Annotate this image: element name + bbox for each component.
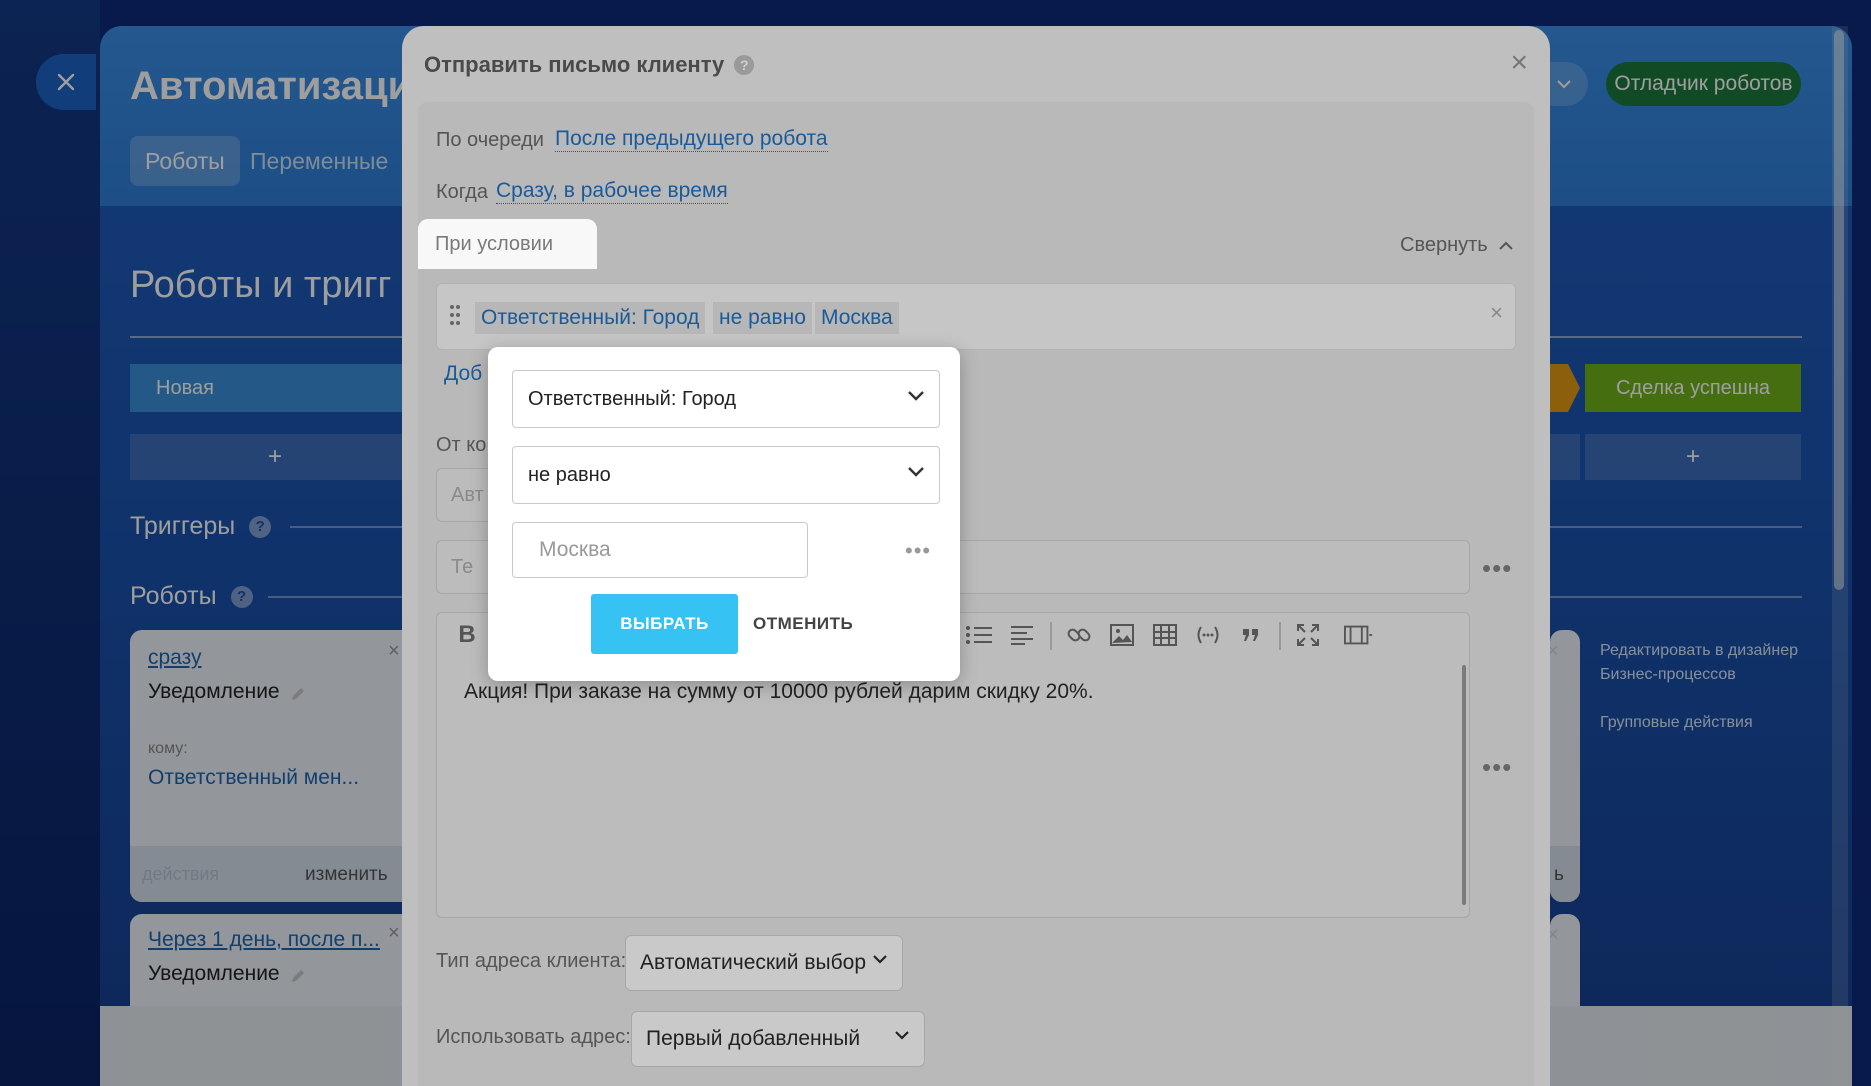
close-icon[interactable]: × [1510, 48, 1528, 78]
condition-tab[interactable]: При условии [418, 219, 597, 269]
table-icon[interactable] [1150, 620, 1180, 650]
address-type-value: Автоматический выбор [640, 951, 867, 974]
help-icon[interactable]: ? [734, 55, 755, 75]
when-value-link[interactable]: Сразу, в рабочее время [496, 179, 728, 204]
condition-operator-chip[interactable]: не равно [713, 302, 812, 334]
insert-field-icon[interactable]: ••• [1482, 555, 1512, 581]
chevron-down-icon [872, 954, 888, 964]
subject-placeholder: Те [451, 555, 474, 578]
list-icon[interactable] [964, 620, 994, 650]
condition-operator-select[interactable]: не равно [512, 446, 940, 504]
dialog-title: Отправить письмо клиенту [424, 52, 725, 77]
collapse-button[interactable]: Свернуть [1400, 234, 1514, 257]
condition-field-chip[interactable]: Ответственный: Город [475, 302, 706, 334]
condition-edit-popup: Ответственный: Город не равно Москва •••… [488, 347, 960, 681]
condition-value-placeholder: Москва [539, 538, 611, 561]
address-type-label: Тип адреса клиента: [436, 950, 627, 972]
toolbar-separator [1050, 622, 1052, 650]
quote-icon[interactable] [1236, 620, 1266, 650]
chevron-down-icon [907, 466, 925, 477]
condition-operator-value: не равно [528, 463, 611, 486]
address-type-select[interactable]: Автоматический выбор [625, 935, 903, 991]
editor-scrollbar[interactable] [1462, 665, 1466, 905]
condition-row: Ответственный: Город не равно Москва × [436, 283, 1516, 350]
order-value-link[interactable]: После предыдущего робота [555, 127, 828, 152]
insert-value-icon[interactable]: ••• [905, 540, 931, 562]
bold-icon[interactable]: B [452, 620, 482, 650]
message-body-text[interactable]: Акция! При заказе на сумму от 10000 рубл… [464, 680, 1094, 704]
order-label: По очереди [436, 129, 544, 151]
collapse-label: Свернуть [1400, 234, 1488, 256]
chevron-down-icon [907, 390, 925, 401]
use-address-label: Использовать адрес: [436, 1026, 631, 1048]
when-label: Когда [436, 181, 488, 203]
image-icon[interactable] [1107, 620, 1137, 650]
add-condition-link[interactable]: Доб [444, 362, 482, 386]
from-label: От ко [436, 434, 487, 456]
align-icon[interactable] [1007, 620, 1037, 650]
use-address-select[interactable]: Первый добавленный [631, 1011, 925, 1067]
chevron-up-icon [1498, 241, 1514, 251]
condition-field-select[interactable]: Ответственный: Город [512, 370, 940, 428]
dialog-header: Отправить письмо клиенту ? [424, 52, 755, 78]
select-button[interactable]: ВЫБРАТЬ [591, 594, 738, 654]
condition-field-value: Ответственный: Город [528, 387, 737, 410]
toolbar-separator [1279, 622, 1281, 650]
condition-value-input[interactable]: Москва [512, 522, 808, 578]
chevron-down-icon [894, 1030, 910, 1040]
cancel-button[interactable]: ОТМЕНИТЬ [753, 594, 853, 654]
fullscreen-icon[interactable] [1293, 620, 1323, 650]
code-icon[interactable] [1193, 620, 1223, 650]
more-tools-icon[interactable] [1344, 620, 1374, 650]
use-address-value: Первый добавленный [646, 1027, 861, 1050]
drag-handle-icon[interactable] [449, 304, 461, 326]
remove-condition-icon[interactable]: × [1490, 300, 1503, 326]
condition-value-chip[interactable]: Москва [815, 302, 899, 334]
insert-field-icon[interactable]: ••• [1482, 754, 1512, 780]
link-icon[interactable] [1064, 620, 1094, 650]
